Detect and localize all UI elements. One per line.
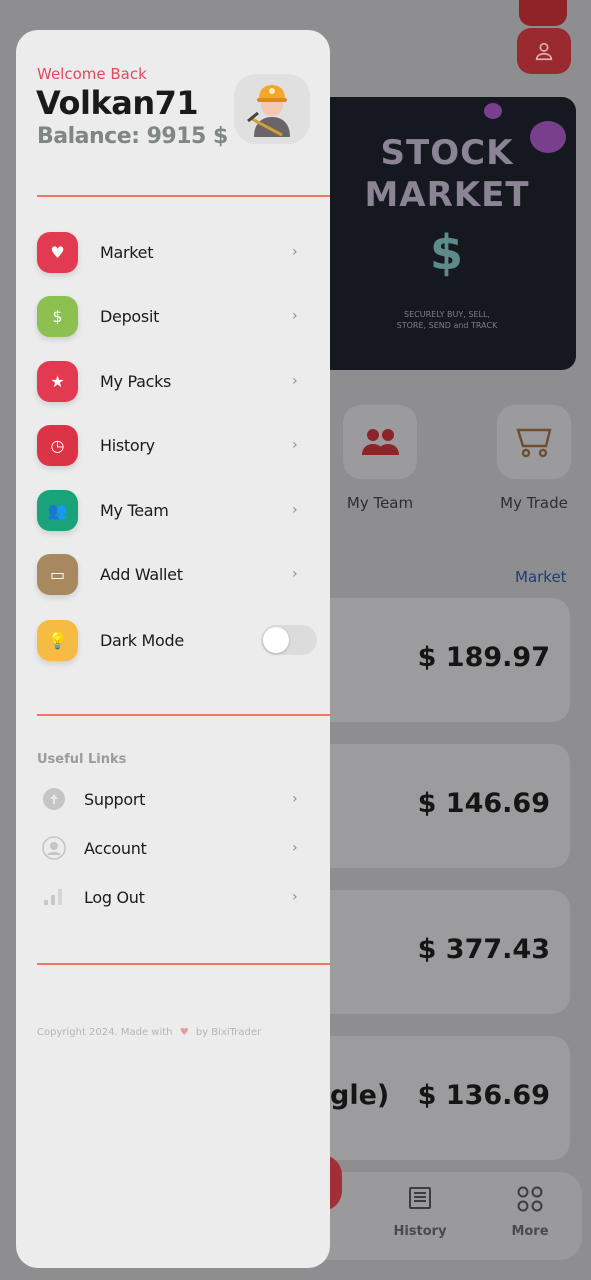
copyright-text: Copyright 2024. Made with bbox=[37, 1027, 173, 1038]
clock-icon: ◷ bbox=[37, 424, 78, 466]
my-trade-action[interactable] bbox=[497, 405, 571, 479]
chevron-right-icon: › bbox=[292, 502, 298, 518]
deposit-icon: $ bbox=[37, 295, 78, 337]
star-icon: ★ bbox=[37, 360, 78, 402]
notification-badge bbox=[519, 0, 567, 26]
profile-button[interactable] bbox=[517, 28, 571, 74]
useful-links-title: Useful Links bbox=[37, 752, 127, 767]
dollar-icon: $ bbox=[429, 225, 465, 281]
team-icon bbox=[362, 429, 399, 455]
heart-icon: ♥ bbox=[37, 231, 78, 273]
heart-icon: ♥ bbox=[179, 1027, 189, 1038]
dark-mode-toggle[interactable] bbox=[261, 625, 317, 655]
menu-label: Dark Mode bbox=[100, 630, 184, 650]
nav-history[interactable]: History bbox=[390, 1186, 450, 1239]
team-icon: 👥 bbox=[37, 489, 78, 531]
link-label: Account bbox=[84, 838, 147, 858]
divider bbox=[37, 195, 330, 197]
market-card[interactable]: gle) $ 136.69 bbox=[300, 1036, 570, 1160]
my-team-label: My Team bbox=[346, 494, 414, 512]
cart-icon bbox=[516, 428, 552, 458]
menu-item-my-team[interactable]: 👥 My Team › bbox=[37, 488, 317, 532]
welcome-text: Welcome Back bbox=[37, 65, 147, 83]
chevron-right-icon: › bbox=[292, 840, 298, 856]
link-support[interactable]: Support › bbox=[37, 784, 317, 814]
nav-label: More bbox=[511, 1224, 549, 1239]
market-link[interactable]: Market bbox=[515, 568, 567, 586]
chevron-right-icon: › bbox=[292, 566, 298, 582]
avatar[interactable] bbox=[234, 74, 310, 144]
market-card[interactable]: $ 146.69 bbox=[300, 744, 570, 868]
link-label: Log Out bbox=[84, 887, 145, 907]
menu-item-history[interactable]: ◷ History › bbox=[37, 423, 317, 467]
menu-label: Deposit bbox=[100, 306, 160, 326]
menu-label: My Packs bbox=[100, 371, 172, 391]
link-label: Support bbox=[84, 789, 146, 809]
chevron-right-icon: › bbox=[292, 373, 298, 389]
copyright: Copyright 2024. Made with ♥ by BixiTrade… bbox=[37, 1027, 261, 1038]
card-price: $ 189.97 bbox=[417, 642, 550, 673]
divider bbox=[37, 963, 330, 965]
support-icon bbox=[43, 788, 65, 810]
bottom-nav: History More bbox=[300, 1172, 582, 1260]
balance: Balance: 9915 $ bbox=[37, 124, 228, 149]
nav-label: History bbox=[393, 1224, 447, 1239]
side-drawer: Welcome Back Volkan71 Balance: 9915 $ ♥ M… bbox=[16, 30, 330, 1268]
account-icon bbox=[42, 836, 66, 860]
wallet-icon: ▭ bbox=[37, 553, 78, 595]
my-team-action[interactable] bbox=[343, 405, 417, 479]
decor-dot bbox=[484, 103, 502, 119]
card-title: gle) bbox=[330, 1080, 390, 1111]
card-price: $ 136.69 bbox=[417, 1080, 550, 1111]
chevron-right-icon: › bbox=[292, 889, 298, 905]
toggle-knob bbox=[263, 627, 289, 653]
user-icon bbox=[535, 42, 553, 61]
menu-label: My Team bbox=[100, 500, 169, 520]
card-price: $ 146.69 bbox=[417, 788, 550, 819]
copyright-brand: by BixiTrader bbox=[195, 1027, 262, 1038]
chevron-right-icon: › bbox=[292, 308, 298, 324]
card-price: $ 377.43 bbox=[417, 934, 550, 965]
signal-icon bbox=[44, 889, 62, 905]
menu-item-my-packs[interactable]: ★ My Packs › bbox=[37, 359, 317, 403]
banner-title-1: STOCK bbox=[380, 133, 514, 173]
banner-subtitle-2: STORE, SEND and TRACK bbox=[396, 321, 498, 330]
market-card[interactable]: $ 189.97 bbox=[300, 598, 570, 722]
menu-label: History bbox=[100, 435, 155, 455]
menu-item-deposit[interactable]: $ Deposit › bbox=[37, 294, 317, 338]
market-card[interactable]: $ 377.43 bbox=[300, 890, 570, 1014]
stock-market-banner[interactable]: STOCK MARKET $ SECURELY BUY, SELL, STORE… bbox=[318, 97, 576, 370]
history-icon bbox=[409, 1187, 431, 1209]
banner-subtitle-1: SECURELY BUY, SELL, bbox=[404, 310, 490, 319]
more-grid-icon bbox=[517, 1186, 543, 1212]
my-trade-label: My Trade bbox=[500, 494, 568, 512]
menu-label: Market bbox=[100, 242, 154, 262]
divider bbox=[37, 714, 330, 716]
menu-item-market[interactable]: ♥ Market › bbox=[37, 230, 317, 274]
miner-avatar-icon bbox=[247, 85, 290, 137]
nav-more[interactable]: More bbox=[500, 1186, 560, 1239]
chevron-right-icon: › bbox=[292, 791, 298, 807]
link-account[interactable]: Account › bbox=[37, 833, 317, 863]
bulb-icon: 💡 bbox=[37, 619, 78, 661]
menu-item-add-wallet[interactable]: ▭ Add Wallet › bbox=[37, 552, 317, 596]
username: Volkan71 bbox=[36, 84, 199, 122]
link-logout[interactable]: Log Out › bbox=[37, 882, 317, 912]
chevron-right-icon: › bbox=[292, 244, 298, 260]
banner-title-2: MARKET bbox=[364, 175, 530, 215]
chevron-right-icon: › bbox=[292, 437, 298, 453]
menu-label: Add Wallet bbox=[100, 564, 183, 584]
